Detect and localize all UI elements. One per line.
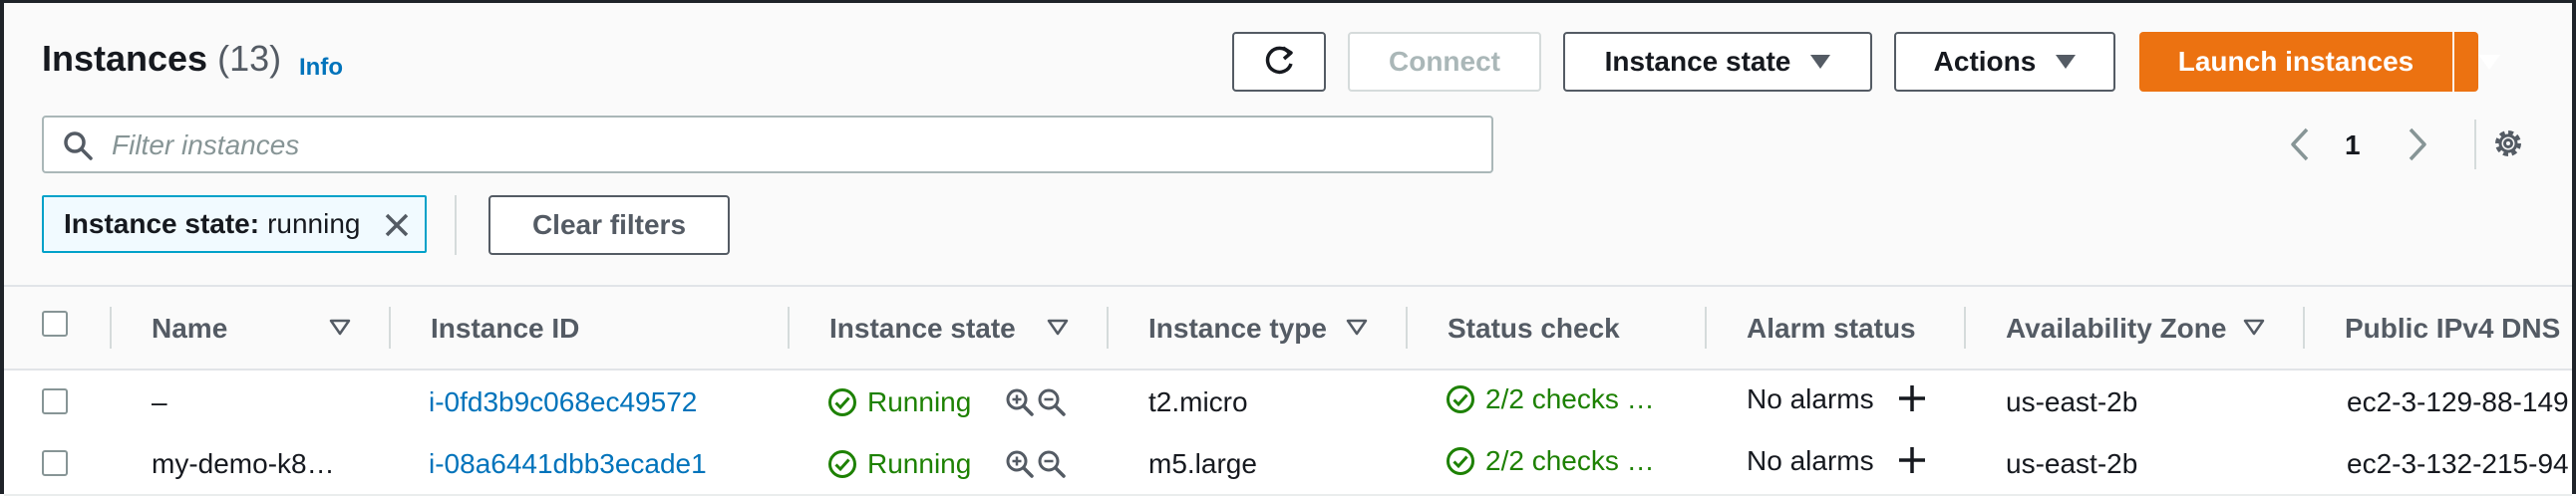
caret-down-icon: [1810, 55, 1831, 69]
public-dns-value: ec2-3-129-88-149: [2347, 386, 2569, 417]
zoom-out-icon[interactable]: [1037, 449, 1067, 479]
filter-token: Instance state: running: [42, 195, 427, 253]
filter-search-box: [42, 116, 1493, 173]
filter-token-value: running: [267, 208, 361, 239]
search-icon: [64, 131, 93, 160]
instance-type-value: t2.micro: [1148, 386, 1248, 417]
sort-caret-icon[interactable]: [329, 319, 351, 337]
close-icon[interactable]: [383, 211, 411, 239]
row-checkbox[interactable]: [42, 450, 68, 476]
plus-icon[interactable]: [1896, 444, 1928, 476]
instance-name: –: [152, 386, 167, 417]
check-circle-icon: [1447, 385, 1474, 413]
availability-zone-value: us-east-2b: [2006, 448, 2138, 479]
caret-down-icon: [2056, 55, 2077, 69]
refresh-button[interactable]: [1232, 32, 1326, 92]
chevron-left-icon[interactable]: [2285, 125, 2315, 163]
instance-state-dropdown[interactable]: Instance state: [1563, 32, 1872, 92]
table-row[interactable]: – i-0fd3b9c068ec49572 Running t2.micro 2…: [4, 371, 2572, 434]
instance-name: my-demo-k8…: [152, 448, 335, 479]
filter-divider: [455, 195, 457, 255]
alarm-status-value: No alarms: [1747, 445, 1874, 476]
row-checkbox[interactable]: [42, 388, 68, 414]
column-header-instance-id[interactable]: Instance ID: [431, 313, 579, 345]
column-header-public-ipv4-dns[interactable]: Public IPv4 DNS: [2345, 313, 2560, 345]
column-divider: [2303, 307, 2305, 349]
refresh-icon: [1265, 46, 1293, 75]
status-check-value[interactable]: 2/2 checks …: [1485, 445, 1655, 477]
instance-state-value: Running: [867, 448, 972, 479]
column-header-alarm-status[interactable]: Alarm status: [1747, 313, 1916, 345]
column-divider: [1964, 307, 1966, 349]
window-frame-right: [2572, 0, 2576, 494]
chevron-right-icon[interactable]: [2403, 125, 2432, 163]
column-header-availability-zone[interactable]: Availability Zone: [2006, 313, 2226, 345]
check-circle-icon: [828, 450, 856, 478]
instance-state-dropdown-label: Instance state: [1604, 46, 1791, 77]
column-divider: [1406, 307, 1408, 349]
info-link[interactable]: Info: [299, 54, 343, 82]
page-number[interactable]: 1: [2345, 129, 2361, 161]
sort-caret-icon[interactable]: [1346, 319, 1368, 337]
zoom-out-icon[interactable]: [1037, 387, 1067, 417]
table-header: Name Instance ID Instance state Instance…: [4, 287, 2572, 371]
column-header-name[interactable]: Name: [152, 313, 227, 345]
column-divider: [1705, 307, 1707, 349]
zoom-in-icon[interactable]: [1005, 449, 1035, 479]
instance-type-value: m5.large: [1148, 448, 1257, 479]
table-row[interactable]: my-demo-k8… i-08a6441dbb3ecade1 Running …: [4, 432, 2572, 496]
pagination-divider: [2474, 120, 2476, 169]
column-header-instance-state[interactable]: Instance state: [829, 313, 1016, 345]
check-circle-icon: [828, 388, 856, 416]
sort-caret-icon[interactable]: [2243, 319, 2265, 337]
sort-caret-icon[interactable]: [1047, 319, 1069, 337]
launch-options-dropdown[interactable]: [2454, 32, 2524, 92]
select-all-checkbox[interactable]: [42, 311, 68, 337]
launch-instances-split-button: Launch instances: [2139, 32, 2500, 92]
zoom-in-icon[interactable]: [1005, 387, 1035, 417]
filter-token-key: Instance state:: [64, 208, 260, 239]
instance-count: (13): [217, 38, 282, 79]
column-header-instance-type[interactable]: Instance type: [1148, 313, 1327, 345]
column-divider: [788, 307, 790, 349]
plus-icon[interactable]: [1896, 382, 1928, 414]
column-header-status-check[interactable]: Status check: [1448, 313, 1620, 345]
actions-dropdown-label: Actions: [1933, 46, 2037, 77]
caret-down-icon: [2478, 54, 2500, 70]
clear-filters-button[interactable]: Clear filters: [488, 195, 730, 255]
page-title: Instances (13): [42, 38, 281, 80]
instance-id-link[interactable]: i-08a6441dbb3ecade1: [429, 448, 707, 480]
instance-state-value: Running: [867, 386, 972, 417]
public-dns-value: ec2-3-132-215-94: [2347, 448, 2569, 479]
filter-instances-input[interactable]: [110, 125, 1469, 165]
alarm-status-value: No alarms: [1747, 383, 1874, 414]
connect-button[interactable]: Connect: [1348, 32, 1541, 92]
status-check-value[interactable]: 2/2 checks …: [1485, 383, 1655, 415]
column-divider: [389, 307, 391, 349]
column-divider: [110, 307, 112, 349]
instance-id-link[interactable]: i-0fd3b9c068ec49572: [429, 386, 697, 418]
column-divider: [1107, 307, 1109, 349]
actions-dropdown[interactable]: Actions: [1894, 32, 2115, 92]
launch-instances-button[interactable]: Launch instances: [2139, 32, 2452, 92]
settings-gear-icon[interactable]: [2490, 125, 2526, 161]
availability-zone-value: us-east-2b: [2006, 386, 2138, 417]
check-circle-icon: [1447, 447, 1474, 475]
page-title-text: Instances: [42, 38, 208, 79]
